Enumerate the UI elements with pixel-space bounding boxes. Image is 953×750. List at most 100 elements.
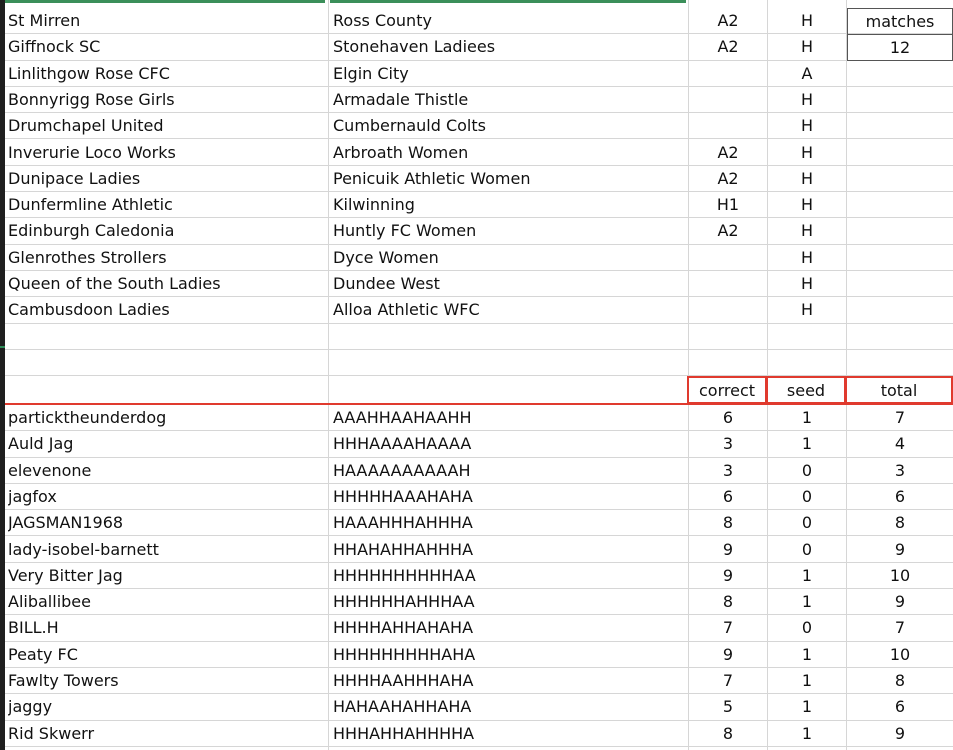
correct-cell[interactable]: 9 — [689, 563, 767, 589]
correct-cell[interactable]: 9 — [689, 642, 767, 668]
picks-cell[interactable]: HAAAAAAAAAAH — [333, 458, 688, 484]
away-team-cell[interactable]: Alloa Athletic WFC — [333, 297, 688, 323]
player-name-cell[interactable]: lady-isobel-barnett — [8, 537, 328, 563]
home-team-cell[interactable]: Inverurie Loco Works — [8, 140, 328, 166]
code-cell[interactable]: H1 — [689, 192, 767, 218]
picks-cell[interactable]: HHHHHAAAHAHA — [333, 484, 688, 510]
correct-cell[interactable]: 7 — [689, 615, 767, 641]
correct-cell[interactable]: 8 — [689, 721, 767, 747]
result-cell[interactable]: H — [768, 166, 846, 192]
code-cell[interactable] — [689, 87, 767, 113]
away-team-cell[interactable]: Stonehaven Ladiees — [333, 34, 688, 60]
seed-cell[interactable]: 1 — [768, 405, 846, 431]
correct-cell[interactable]: 6 — [689, 484, 767, 510]
picks-cell[interactable]: HHHHHHHHHAHA — [333, 642, 688, 668]
total-header-cell[interactable]: total — [845, 376, 953, 404]
result-cell[interactable]: H — [768, 113, 846, 139]
player-name-cell[interactable]: Rid Skwerr — [8, 721, 328, 747]
total-cell[interactable]: 10 — [847, 563, 953, 589]
seed-cell[interactable]: 0 — [768, 484, 846, 510]
home-team-cell[interactable]: Bonnyrigg Rose Girls — [8, 87, 328, 113]
total-cell[interactable]: 10 — [847, 642, 953, 668]
away-team-cell[interactable]: Cumbernauld Colts — [333, 113, 688, 139]
picks-cell[interactable]: HHHAAAAHAAAA — [333, 431, 688, 457]
player-name-cell[interactable]: elevenone — [8, 458, 328, 484]
code-cell[interactable]: A2 — [689, 218, 767, 244]
seed-header-cell[interactable]: seed — [766, 376, 846, 404]
away-team-cell[interactable]: Kilwinning — [333, 192, 688, 218]
correct-header-cell[interactable]: correct — [687, 376, 767, 404]
away-team-cell[interactable]: Dyce Women — [333, 245, 688, 271]
matches-label-cell[interactable]: matches — [847, 8, 953, 35]
total-cell[interactable]: 9 — [847, 721, 953, 747]
total-cell[interactable]: 9 — [847, 537, 953, 563]
correct-cell[interactable]: 3 — [689, 458, 767, 484]
code-cell[interactable]: A2 — [689, 140, 767, 166]
player-name-cell[interactable]: jaggy — [8, 694, 328, 720]
correct-cell[interactable]: 9 — [689, 537, 767, 563]
seed-cell[interactable]: 1 — [768, 563, 846, 589]
home-team-cell[interactable]: Cambusdoon Ladies — [8, 297, 328, 323]
seed-cell[interactable]: 1 — [768, 642, 846, 668]
result-cell[interactable]: H — [768, 192, 846, 218]
picks-cell[interactable]: HHHAHHAHHHHA — [333, 721, 688, 747]
home-team-cell[interactable]: Drumchapel United — [8, 113, 328, 139]
total-cell[interactable]: 8 — [847, 510, 953, 536]
result-cell[interactable]: H — [768, 271, 846, 297]
result-cell[interactable]: H — [768, 140, 846, 166]
code-cell[interactable]: A2 — [689, 166, 767, 192]
player-name-cell[interactable]: jagfox — [8, 484, 328, 510]
correct-cell[interactable]: 5 — [689, 694, 767, 720]
player-name-cell[interactable]: Fawlty Towers — [8, 668, 328, 694]
code-cell[interactable] — [689, 297, 767, 323]
result-cell[interactable]: A — [768, 61, 846, 87]
player-name-cell[interactable]: particktheunderdog — [8, 405, 328, 431]
away-team-cell[interactable]: Armadale Thistle — [333, 87, 688, 113]
player-name-cell[interactable]: Peaty FC — [8, 642, 328, 668]
code-cell[interactable]: A2 — [689, 8, 767, 34]
away-team-cell[interactable]: Penicuik Athletic Women — [333, 166, 688, 192]
home-team-cell[interactable]: Glenrothes Strollers — [8, 245, 328, 271]
total-cell[interactable]: 6 — [847, 484, 953, 510]
picks-cell[interactable]: HHHHAHHAHAHA — [333, 615, 688, 641]
picks-cell[interactable]: HHHHHHHHHHAA — [333, 563, 688, 589]
total-cell[interactable]: 9 — [847, 589, 953, 615]
correct-cell[interactable]: 7 — [689, 668, 767, 694]
correct-cell[interactable]: 8 — [689, 589, 767, 615]
total-cell[interactable]: 4 — [847, 431, 953, 457]
code-cell[interactable] — [689, 245, 767, 271]
picks-cell[interactable]: HHHHAAHHHAHA — [333, 668, 688, 694]
picks-cell[interactable]: HHAHAHHAHHHA — [333, 537, 688, 563]
player-name-cell[interactable]: Very Bitter Jag — [8, 563, 328, 589]
picks-cell[interactable]: HAAAHHHAHHHA — [333, 510, 688, 536]
seed-cell[interactable]: 1 — [768, 589, 846, 615]
result-cell[interactable]: H — [768, 87, 846, 113]
seed-cell[interactable]: 1 — [768, 431, 846, 457]
away-team-cell[interactable]: Huntly FC Women — [333, 218, 688, 244]
result-cell[interactable]: H — [768, 8, 846, 34]
player-name-cell[interactable]: Auld Jag — [8, 431, 328, 457]
correct-cell[interactable]: 6 — [689, 405, 767, 431]
home-team-cell[interactable]: Edinburgh Caledonia — [8, 218, 328, 244]
total-cell[interactable]: 3 — [847, 458, 953, 484]
code-cell[interactable] — [689, 61, 767, 87]
home-team-cell[interactable]: Dunipace Ladies — [8, 166, 328, 192]
seed-cell[interactable]: 0 — [768, 458, 846, 484]
correct-cell[interactable]: 3 — [689, 431, 767, 457]
picks-cell[interactable]: AAAHHAAHAAHH — [333, 405, 688, 431]
home-team-cell[interactable]: St Mirren — [8, 8, 328, 34]
seed-cell[interactable]: 0 — [768, 510, 846, 536]
total-cell[interactable]: 7 — [847, 615, 953, 641]
away-team-cell[interactable]: Arbroath Women — [333, 140, 688, 166]
result-cell[interactable]: H — [768, 34, 846, 60]
home-team-cell[interactable]: Linlithgow Rose CFC — [8, 61, 328, 87]
result-cell[interactable]: H — [768, 297, 846, 323]
player-name-cell[interactable]: BILL.H — [8, 615, 328, 641]
correct-cell[interactable]: 8 — [689, 510, 767, 536]
result-cell[interactable]: H — [768, 218, 846, 244]
total-cell[interactable]: 7 — [847, 405, 953, 431]
home-team-cell[interactable]: Dunfermline Athletic — [8, 192, 328, 218]
away-team-cell[interactable]: Elgin City — [333, 61, 688, 87]
seed-cell[interactable]: 1 — [768, 694, 846, 720]
home-team-cell[interactable]: Giffnock SC — [8, 34, 328, 60]
